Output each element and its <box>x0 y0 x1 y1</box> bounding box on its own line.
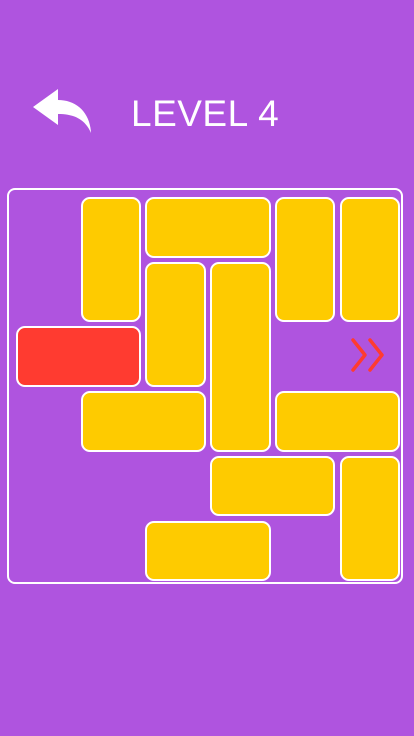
back-button[interactable] <box>30 86 94 138</box>
target-block[interactable] <box>16 326 142 388</box>
block-h5[interactable] <box>145 520 271 582</box>
block-v2[interactable] <box>274 197 336 323</box>
block-h4[interactable] <box>210 455 336 517</box>
block-v5[interactable] <box>210 261 271 452</box>
undo-arrow-icon <box>33 89 91 133</box>
block-h2[interactable] <box>80 391 207 452</box>
double-chevron-right-icon <box>351 338 384 372</box>
block-v1[interactable] <box>80 197 142 323</box>
block-v3[interactable] <box>339 197 401 323</box>
block-h1[interactable] <box>145 197 271 258</box>
block-h3[interactable] <box>274 391 401 452</box>
block-v6[interactable] <box>339 455 401 582</box>
block-v4[interactable] <box>145 261 207 388</box>
level-title: LEVEL 4 <box>131 93 280 134</box>
puzzle-board <box>7 188 403 584</box>
